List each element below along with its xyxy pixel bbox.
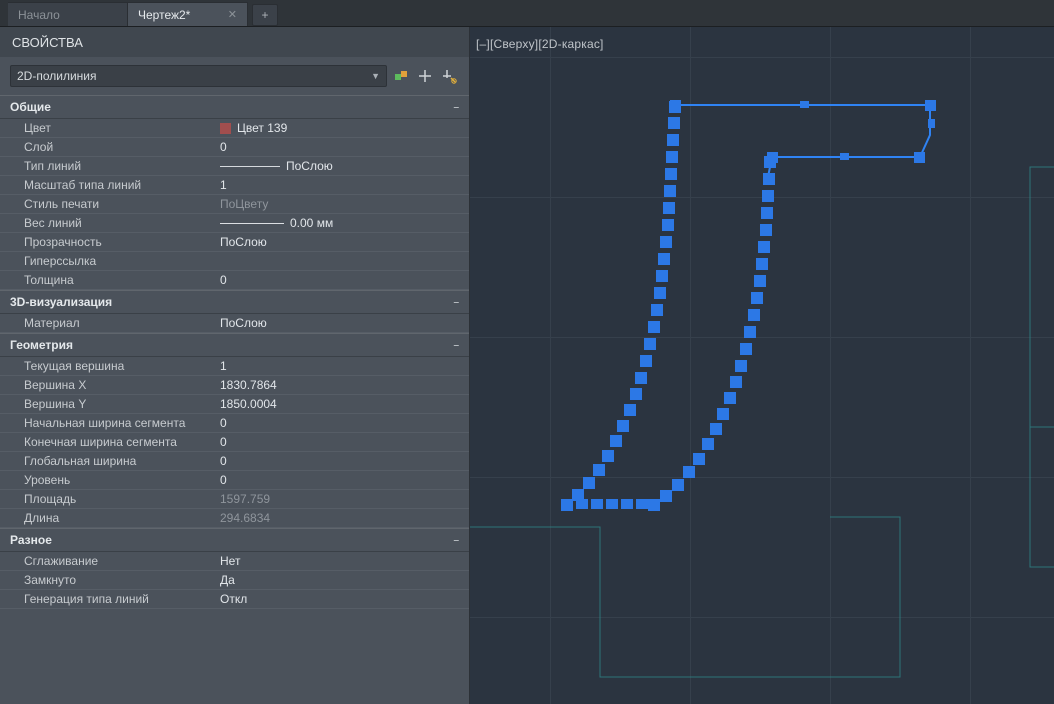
- prop-row-smooth: Сглаживание Нет: [0, 552, 469, 571]
- color-swatch: [220, 123, 231, 134]
- tab-drawing[interactable]: Чертеж2* ✕: [128, 2, 248, 26]
- prop-row-color: Цвет Цвет 139: [0, 119, 469, 138]
- select-objects-icon[interactable]: [415, 66, 435, 86]
- document-tabbar: Начало Чертеж2* ✕ +: [0, 0, 1054, 27]
- lineweight-sample-icon: [220, 223, 284, 224]
- prop-row-material: Материал ПоСлою: [0, 314, 469, 333]
- prop-row-plotstyle: Стиль печати ПоЦвету: [0, 195, 469, 214]
- section-misc[interactable]: Разное –: [0, 528, 469, 552]
- properties-panel: СВОЙСТВА 2D-полилиния ▼: [0, 27, 470, 704]
- section-geometry[interactable]: Геометрия –: [0, 333, 469, 357]
- prop-row-hyperlink: Гиперссылка: [0, 252, 469, 271]
- chevron-down-icon: ▼: [371, 71, 380, 81]
- prop-row-linetype: Тип линий ПоСлою: [0, 157, 469, 176]
- prop-row-gw: Глобальная ширина 0: [0, 452, 469, 471]
- tab-home[interactable]: Начало: [8, 2, 128, 26]
- collapse-icon: –: [453, 535, 459, 546]
- prop-row-lineweight: Вес линий 0.00 мм: [0, 214, 469, 233]
- collapse-icon: –: [453, 102, 459, 113]
- section-general[interactable]: Общие –: [0, 95, 469, 119]
- prop-row-ew: Конечная ширина сегмента 0: [0, 433, 469, 452]
- section-3dviz[interactable]: 3D-визуализация –: [0, 290, 469, 314]
- linetype-sample-icon: [220, 166, 280, 167]
- quick-select-icon[interactable]: [439, 66, 459, 86]
- tab-label: Чертеж2*: [138, 8, 190, 22]
- drawing-viewport[interactable]: [–][Сверху][2D-каркас]: [470, 27, 1054, 704]
- new-tab-button[interactable]: +: [252, 4, 278, 26]
- collapse-icon: –: [453, 340, 459, 351]
- prop-row-layer: Слой 0: [0, 138, 469, 157]
- plus-icon: +: [261, 8, 268, 22]
- prop-row-sw: Начальная ширина сегмента 0: [0, 414, 469, 433]
- close-icon[interactable]: ✕: [228, 8, 237, 21]
- prop-row-area: Площадь 1597.759: [0, 490, 469, 509]
- prop-row-elev: Уровень 0: [0, 471, 469, 490]
- prop-row-ltscale: Масштаб типа линий 1: [0, 176, 469, 195]
- prop-row-closed: Замкнуто Да: [0, 571, 469, 590]
- prop-row-vy: Вершина Y 1850.0004: [0, 395, 469, 414]
- prop-row-len: Длина 294.6834: [0, 509, 469, 528]
- entity-type-value: 2D-полилиния: [17, 69, 96, 83]
- entity-type-select[interactable]: 2D-полилиния ▼: [10, 65, 387, 87]
- prop-row-transparency: Прозрачность ПоСлою: [0, 233, 469, 252]
- prop-row-ltgen: Генерация типа линий Откл: [0, 590, 469, 609]
- prop-row-thickness: Толщина 0: [0, 271, 469, 290]
- prop-row-vx: Вершина X 1830.7864: [0, 376, 469, 395]
- collapse-icon: –: [453, 297, 459, 308]
- prop-row-cur-vertex: Текущая вершина 1: [0, 357, 469, 376]
- panel-title: СВОЙСТВА: [0, 27, 469, 57]
- toggle-pim-icon[interactable]: [391, 66, 411, 86]
- tab-label: Начало: [18, 8, 60, 22]
- selected-polyline[interactable]: [470, 27, 1054, 704]
